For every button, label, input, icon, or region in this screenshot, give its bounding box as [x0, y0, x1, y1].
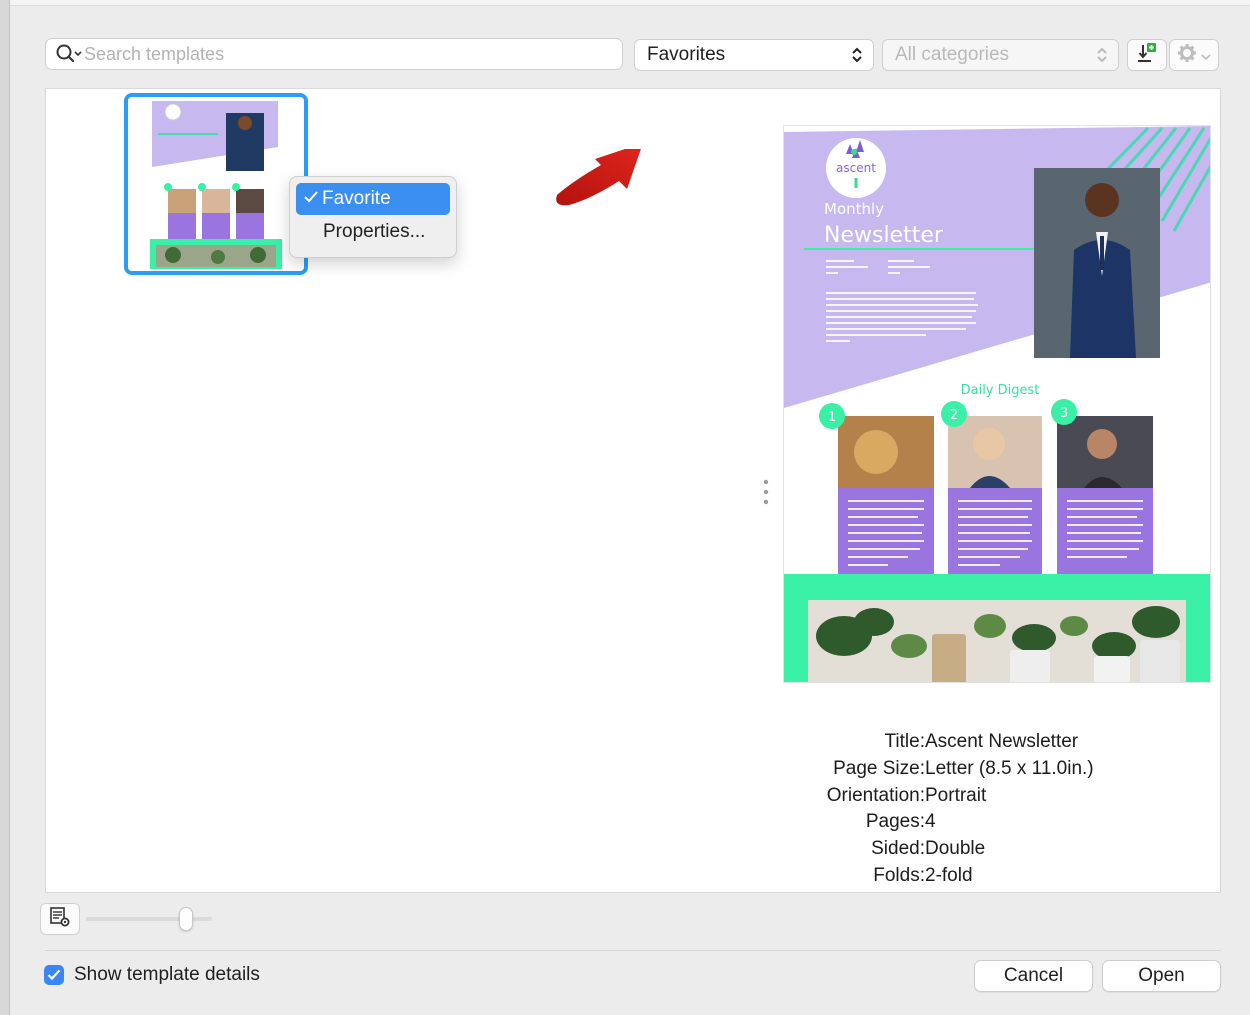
detail-row-title: Title: Ascent Newsletter [783, 729, 1211, 756]
step-number: 1 [828, 410, 836, 425]
step-number: 3 [1060, 406, 1068, 421]
detail-key: Page Size: [833, 758, 925, 780]
view-options-icon [49, 906, 71, 933]
detail-row-pages: Pages: 4 [783, 809, 1211, 836]
search-field[interactable] [45, 38, 623, 70]
filter-popup-value: Favorites [647, 44, 726, 65]
template-details: Title: Ascent Newsletter Page Size: Lett… [783, 729, 1211, 889]
split-view-handle[interactable] [763, 479, 769, 510]
detail-value: Portrait [925, 784, 987, 806]
menu-item-properties[interactable]: Properties... [296, 216, 450, 248]
filter-popup-favorites[interactable]: Favorites [634, 39, 874, 71]
checkmark-icon [304, 188, 322, 210]
chevron-updown-icon [1096, 46, 1108, 64]
detail-key: Orientation: [826, 784, 925, 806]
detail-key: Sided: [871, 838, 925, 860]
preview-section-title: Daily Digest [961, 383, 1040, 398]
gear-icon [1177, 43, 1197, 68]
detail-key: Pages: [865, 811, 925, 833]
import-template-icon [1135, 41, 1159, 70]
detail-row-orientation: Orientation: Portrait [783, 782, 1211, 809]
menu-item-label: Properties... [323, 221, 426, 242]
detail-value: Ascent Newsletter [925, 731, 1079, 753]
search-input[interactable] [84, 43, 604, 65]
category-popup[interactable]: All categories [882, 39, 1119, 71]
preview-kicker: Monthly [824, 200, 884, 218]
detail-row-sided: Sided: Double [783, 836, 1211, 863]
show-details-label[interactable]: Show template details [74, 964, 260, 986]
window-left-edge [0, 0, 10, 1015]
logo-wordmark: ascent [836, 161, 876, 175]
preview-headline: Newsletter [824, 223, 944, 248]
menu-item-favorite[interactable]: Favorite [296, 183, 450, 215]
template-preview: ascent Monthly Newsletter Daily Digest 1… [783, 125, 1211, 683]
view-options-button[interactable] [40, 903, 80, 935]
cancel-button[interactable]: Cancel [974, 960, 1093, 992]
detail-value: 2-fold [925, 864, 973, 886]
window-top-edge [0, 0, 1250, 6]
category-popup-value: All categories [895, 44, 1010, 65]
settings-menu-button[interactable] [1169, 39, 1219, 71]
detail-key: Folds: [873, 864, 925, 886]
step-number: 2 [950, 408, 958, 423]
detail-row-page-size: Page Size: Letter (8.5 x 11.0in.) [783, 756, 1211, 783]
search-icon[interactable] [54, 42, 84, 66]
template-thumbnail-ascent[interactable] [124, 93, 308, 275]
detail-key: Title: [884, 731, 925, 753]
detail-value: Letter (8.5 x 11.0in.) [925, 758, 1094, 780]
thumbnail-size-slider[interactable] [86, 917, 212, 921]
red-annotation-arrow [551, 143, 651, 254]
menu-item-label: Favorite [322, 188, 391, 209]
template-browser-panel: Favorite Properties... ascent Monthly Ne… [45, 88, 1221, 893]
slider-knob[interactable] [179, 907, 193, 931]
thumbnail-context-menu: Favorite Properties... [289, 176, 457, 258]
import-template-button[interactable] [1127, 39, 1167, 71]
show-details-checkbox[interactable] [44, 965, 64, 985]
detail-row-folds: Folds: 2-fold [783, 862, 1211, 889]
open-button[interactable]: Open [1102, 960, 1221, 992]
chevron-down-icon [1201, 45, 1211, 66]
chevron-updown-icon [851, 46, 863, 64]
detail-value: Double [925, 838, 986, 860]
footer-divider [45, 950, 1221, 951]
detail-value: 4 [925, 811, 936, 833]
